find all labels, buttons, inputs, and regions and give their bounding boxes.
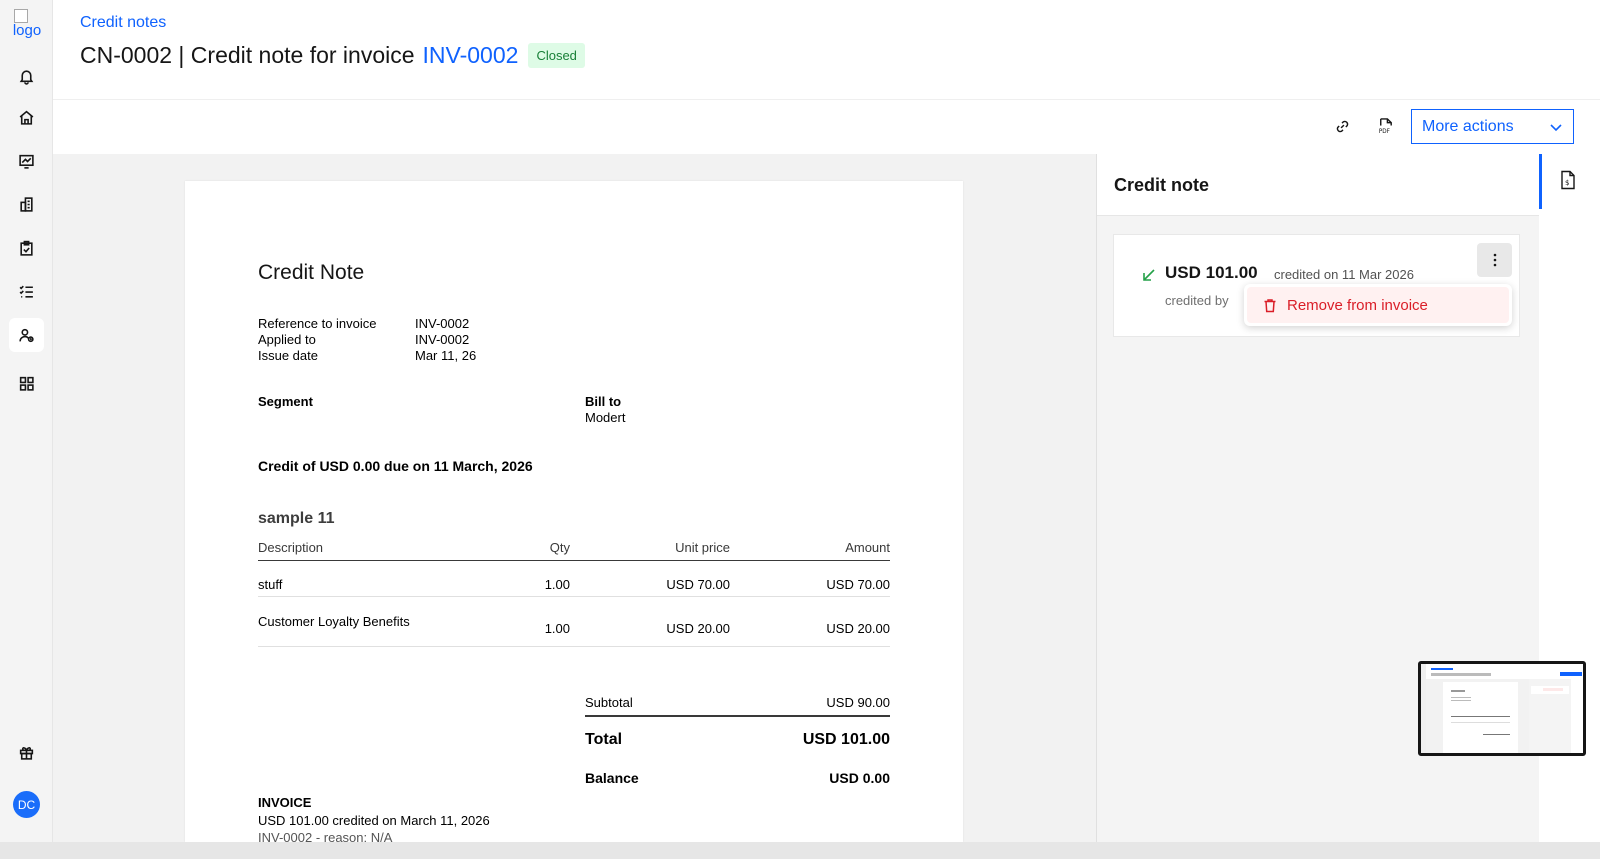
- document-title: Credit Note: [258, 261, 365, 284]
- apps-icon[interactable]: [9, 366, 44, 400]
- panel-header: Credit note: [1097, 154, 1540, 216]
- credit-amount: USD 101.00: [1165, 263, 1258, 282]
- meta-value-issue-date: Mar 11, 26: [415, 348, 477, 363]
- gift-icon[interactable]: [9, 735, 44, 769]
- panel-title: Credit note: [1114, 175, 1210, 195]
- meta-label-reference: Reference to invoice: [258, 316, 377, 331]
- row-amount: USD 20.00: [826, 621, 890, 636]
- analytics-icon[interactable]: [9, 144, 44, 178]
- row-divider: [258, 596, 890, 597]
- credited-by-label: credited by: [1165, 293, 1229, 308]
- invoice-link[interactable]: INV-0002: [423, 42, 519, 69]
- col-description: Description: [258, 540, 324, 555]
- row-unit-price: USD 20.00: [666, 621, 730, 636]
- rail-active-indicator: [1539, 154, 1542, 209]
- logo[interactable]: logo: [12, 8, 42, 44]
- task-list-icon[interactable]: [9, 274, 44, 308]
- balance-value: USD 0.00: [829, 770, 890, 786]
- invoice-reason-line: INV-0002 - reason: N/A: [258, 830, 393, 842]
- minimap-preview: [1421, 664, 1583, 753]
- section-title: sample 11: [258, 510, 335, 527]
- row-description: stuff: [258, 577, 283, 592]
- credit-note-document-icon[interactable]: $: [1559, 170, 1579, 192]
- row-amount: USD 70.00: [826, 577, 890, 592]
- credit-note-document: Credit Note Reference to invoice INV-000…: [185, 181, 963, 842]
- meta-label-issue-date: Issue date: [258, 348, 318, 363]
- col-unit-price: Unit price: [675, 540, 730, 555]
- total-value: USD 101.00: [802, 731, 890, 748]
- meta-value-reference: INV-0002: [415, 316, 470, 331]
- segment-label: Segment: [258, 394, 313, 409]
- overflow-menu-button[interactable]: [1477, 243, 1512, 277]
- svg-text:PDF: PDF: [1378, 129, 1389, 135]
- svg-text:$: $: [1565, 179, 1569, 187]
- overflow-menu: Remove from invoice: [1244, 284, 1512, 326]
- invoice-heading: INVOICE: [258, 795, 312, 810]
- meta-label-applied: Applied to: [258, 332, 316, 347]
- minimap-thumbnail[interactable]: [1418, 661, 1586, 756]
- row-unit-price: USD 70.00: [666, 577, 730, 592]
- row-description: Customer Loyalty Benefits: [258, 614, 410, 629]
- clipboard-icon[interactable]: [9, 231, 44, 265]
- more-actions-dropdown[interactable]: More actions: [1411, 109, 1574, 144]
- toolbar: PDF: [53, 99, 1600, 154]
- sidebar: logo DC: [0, 0, 53, 842]
- bill-to-value: Modert: [585, 410, 626, 425]
- horizontal-scrollbar[interactable]: [0, 842, 1600, 859]
- user-avatar[interactable]: DC: [13, 791, 40, 818]
- subtotal-label: Subtotal: [585, 695, 633, 710]
- more-actions-label: More actions: [1422, 117, 1514, 135]
- row-divider: [258, 646, 890, 647]
- balance-label: Balance: [585, 770, 639, 786]
- bill-to-label: Bill to: [585, 394, 622, 409]
- chevron-down-icon: [1550, 123, 1562, 131]
- status-badge: Closed: [528, 43, 585, 68]
- total-label: Total: [585, 731, 623, 748]
- broken-image-icon: [14, 9, 28, 23]
- total-rule: [585, 715, 890, 717]
- credit-date: credited on 11 Mar 2026: [1274, 267, 1414, 282]
- building-icon[interactable]: [9, 187, 44, 221]
- invoice-credit-line: USD 101.00 credited on March 11, 2026: [258, 813, 490, 828]
- row-qty: 1.00: [544, 621, 570, 636]
- page-title-text: CN-0002 | Credit note for invoice: [80, 42, 415, 68]
- breadcrumb-credit-notes[interactable]: Credit notes: [80, 14, 166, 32]
- row-qty: 1.00: [544, 577, 570, 592]
- customers-icon[interactable]: [9, 318, 44, 352]
- col-amount: Amount: [845, 540, 890, 555]
- remove-from-invoice-label: Remove from invoice: [1287, 296, 1428, 314]
- home-icon[interactable]: [9, 100, 44, 134]
- credit-due-line: Credit of USD 0.00 due on 11 March, 2026: [258, 458, 533, 474]
- logo-alt-text: logo: [12, 22, 42, 39]
- link-icon[interactable]: [1330, 114, 1354, 138]
- arrow-down-left-icon: [1142, 268, 1156, 282]
- pdf-icon[interactable]: PDF: [1373, 114, 1397, 138]
- table-header-rule: [258, 560, 890, 561]
- kebab-icon: [1493, 253, 1496, 267]
- page-title: CN-0002 | Credit note for invoice INV-00…: [80, 42, 585, 69]
- subtotal-value: USD 90.00: [826, 695, 890, 710]
- col-qty: Qty: [549, 540, 570, 555]
- trash-icon: [1264, 298, 1276, 312]
- notifications-icon[interactable]: [9, 59, 44, 93]
- remove-from-invoice-item[interactable]: Remove from invoice: [1247, 287, 1509, 323]
- meta-value-applied: INV-0002: [415, 332, 470, 347]
